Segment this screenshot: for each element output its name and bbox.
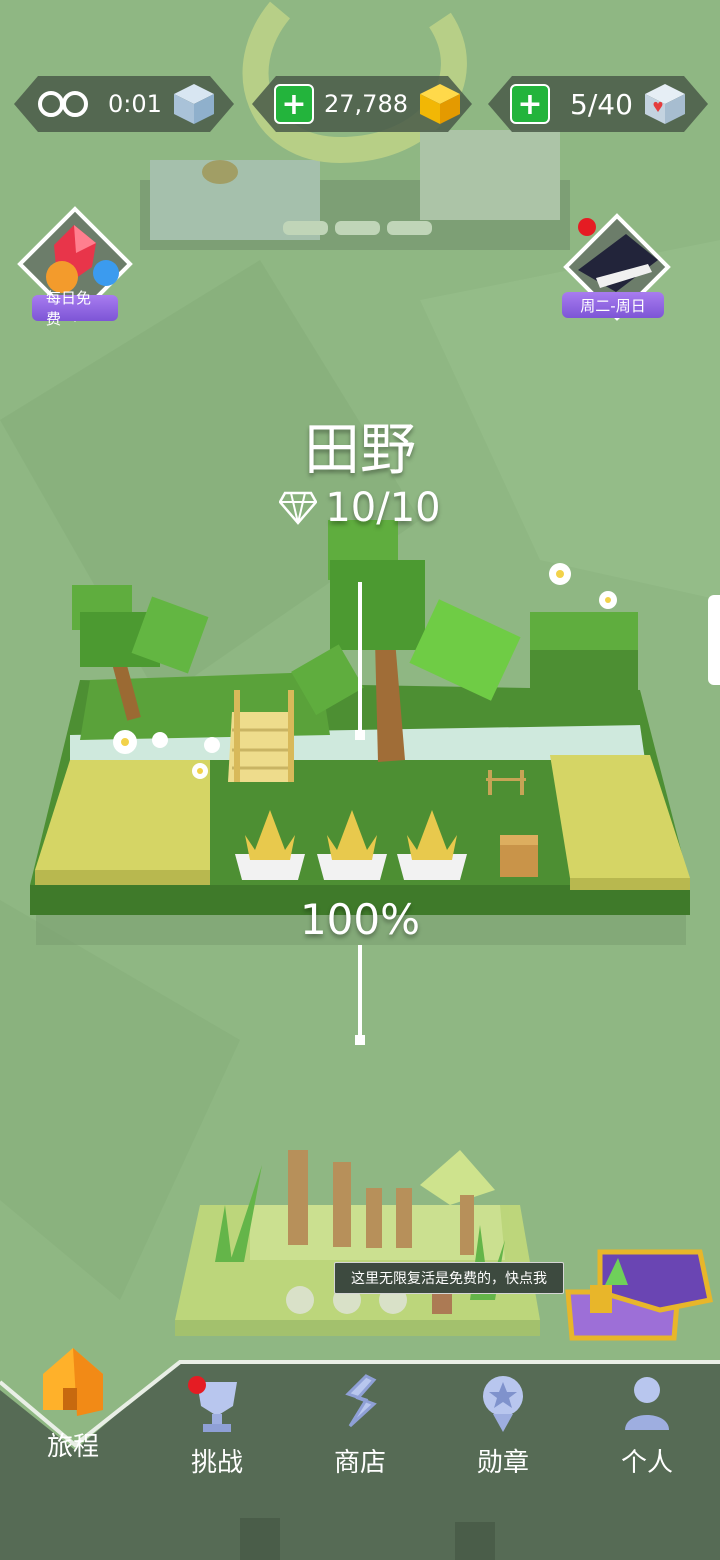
- lives-counter[interactable]: 0:01: [14, 76, 234, 132]
- daily-free-button[interactable]: 每日免费: [14, 205, 136, 328]
- level-card-field[interactable]: [30, 520, 690, 920]
- home-icon: [43, 1348, 103, 1416]
- nav-item-journey[interactable]: 旅程: [18, 1340, 128, 1463]
- level-title: 田野: [304, 418, 416, 483]
- nav-label-shop: 商店: [333, 1448, 386, 1478]
- treasure-chest-button[interactable]: [562, 1245, 712, 1345]
- hearts-value: 5/40: [570, 87, 633, 121]
- level-progress: 100%: [299, 895, 421, 944]
- hearts-counter[interactable]: + 5/40: [488, 76, 708, 132]
- daily-free-label: 每日免费: [32, 289, 118, 328]
- gems-value: 27,788: [324, 90, 408, 118]
- nav-item-medals[interactable]: 勋章: [448, 1370, 558, 1479]
- nav-item-profile[interactable]: 个人: [592, 1370, 702, 1479]
- ice-cube-icon: [173, 84, 214, 124]
- nav-label-journey: 旅程: [46, 1432, 99, 1462]
- add-hearts-button[interactable]: +: [510, 84, 550, 124]
- nav-label-profile: 个人: [620, 1448, 673, 1478]
- nav-label-challenge: 挑战: [190, 1448, 243, 1478]
- challenge-notification-dot: [188, 1376, 206, 1394]
- level-card-next[interactable]: [175, 1140, 540, 1340]
- infinity-icon: [38, 91, 88, 117]
- nav-label-medals: 勋章: [476, 1448, 529, 1478]
- heart-cube-icon: [644, 84, 685, 124]
- gems-counter[interactable]: + 27,788: [252, 76, 472, 132]
- side-scroll-handle[interactable]: [708, 595, 720, 685]
- add-gems-button[interactable]: +: [274, 84, 314, 124]
- medal-icon: [483, 1376, 523, 1432]
- bottom-navigation: 旅程 挑战 商店 勋章 个人: [0, 1348, 720, 1560]
- nav-item-shop[interactable]: 商店: [305, 1370, 415, 1479]
- person-icon: [625, 1377, 669, 1430]
- shop-icon: [345, 1374, 377, 1428]
- weekday-label: 周二-周日: [562, 292, 664, 318]
- notification-dot: [578, 218, 596, 236]
- lives-timer: 0:01: [108, 90, 162, 118]
- weekday-event-button[interactable]: 周二-周日: [556, 212, 678, 332]
- free-revive-tooltip: 这里无限复活是免费的，快点我: [334, 1262, 564, 1294]
- gold-cube-icon: [419, 84, 460, 124]
- nav-item-challenge[interactable]: 挑战: [162, 1370, 272, 1479]
